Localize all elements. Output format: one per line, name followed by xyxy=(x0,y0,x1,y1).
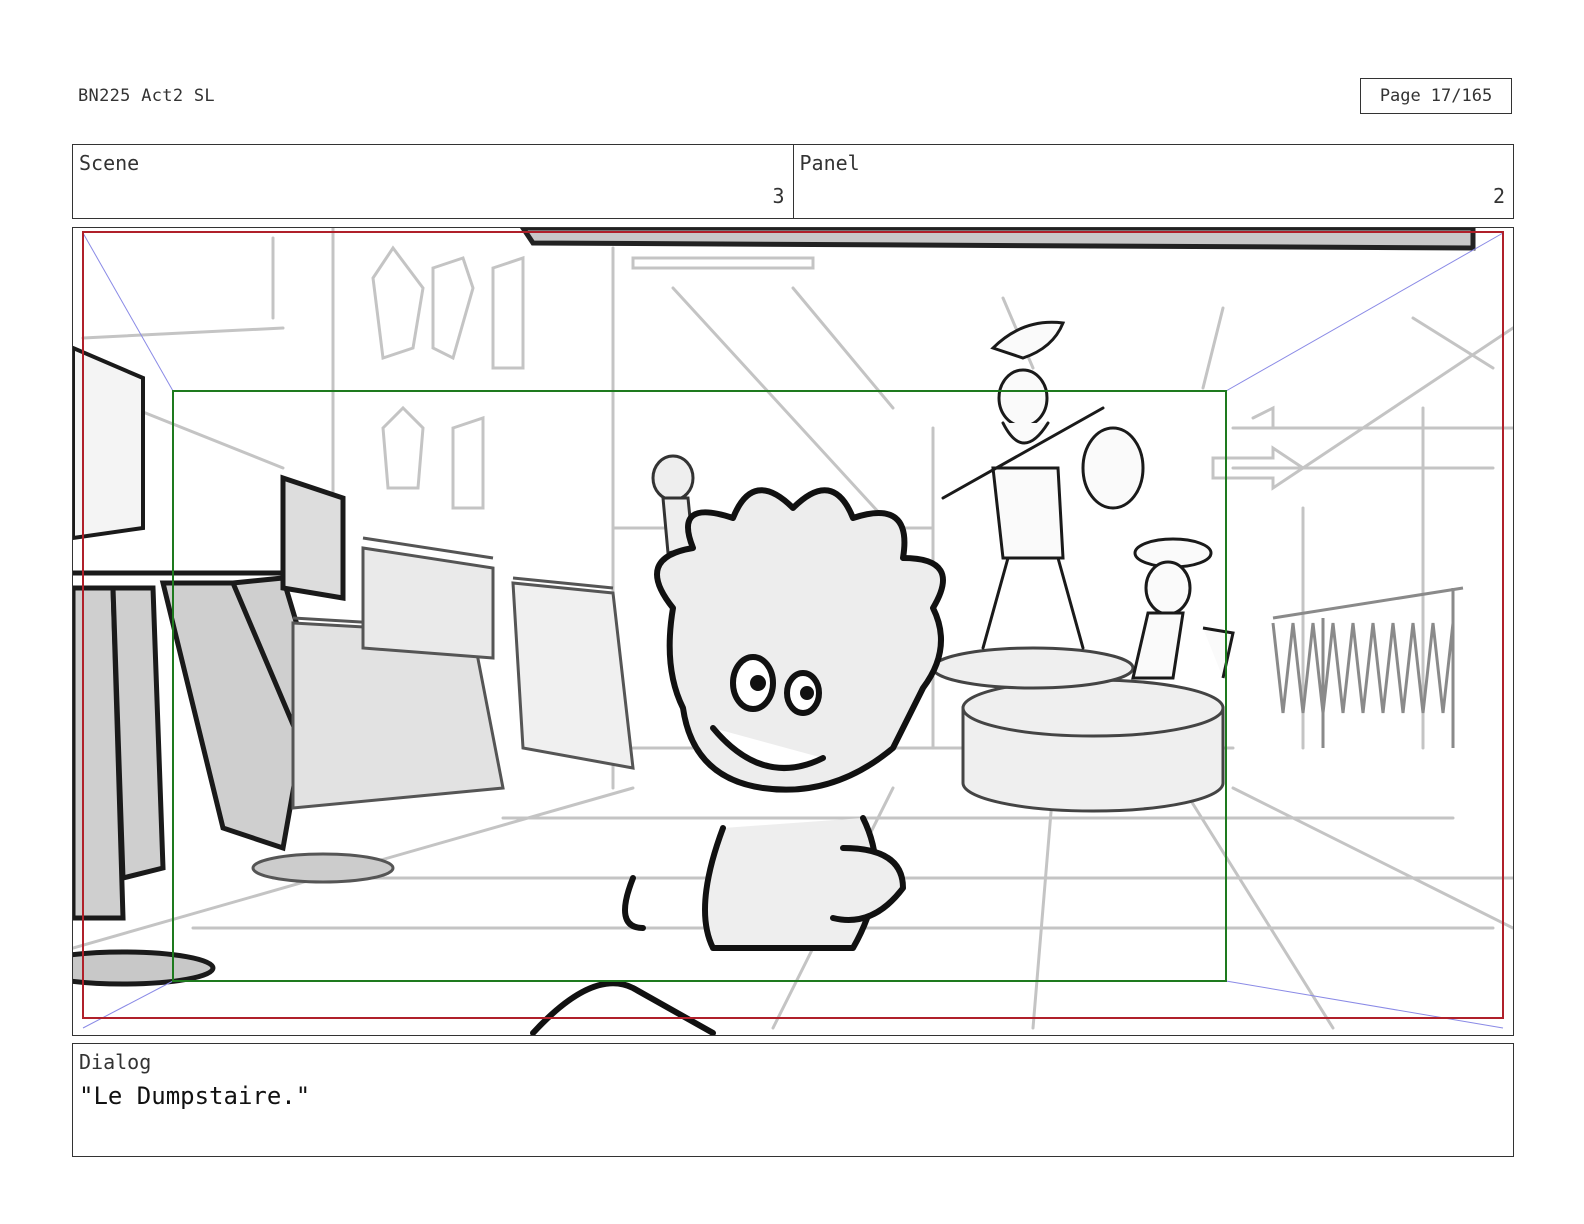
panel-cell: Panel 2 xyxy=(792,145,1514,218)
scene-panel-header: Scene 3 Panel 2 xyxy=(72,144,1514,219)
panel-number: 2 xyxy=(1492,184,1505,208)
scene-label: Scene xyxy=(79,151,140,175)
storyboard-drawing xyxy=(73,228,1513,1035)
panel-label: Panel xyxy=(799,151,860,175)
document-title: BN225 Act2 SL xyxy=(78,86,215,106)
page-number: 17/165 xyxy=(1430,86,1493,106)
scene-number: 3 xyxy=(772,184,785,208)
storyboard-panel-frame xyxy=(72,227,1514,1036)
scene-cell: Scene 3 xyxy=(73,145,793,218)
dialog-box: Dialog "Le Dumpstaire." xyxy=(72,1043,1514,1157)
page-indicator: Page 17/165 xyxy=(1360,78,1512,114)
statue-figure xyxy=(941,320,1145,650)
dialog-label: Dialog xyxy=(79,1050,152,1074)
pedestal xyxy=(931,646,1225,813)
small-figure-with-lamp xyxy=(1131,537,1235,680)
dialog-text: "Le Dumpstaire." xyxy=(79,1082,311,1110)
page-label: Page xyxy=(1379,86,1421,106)
